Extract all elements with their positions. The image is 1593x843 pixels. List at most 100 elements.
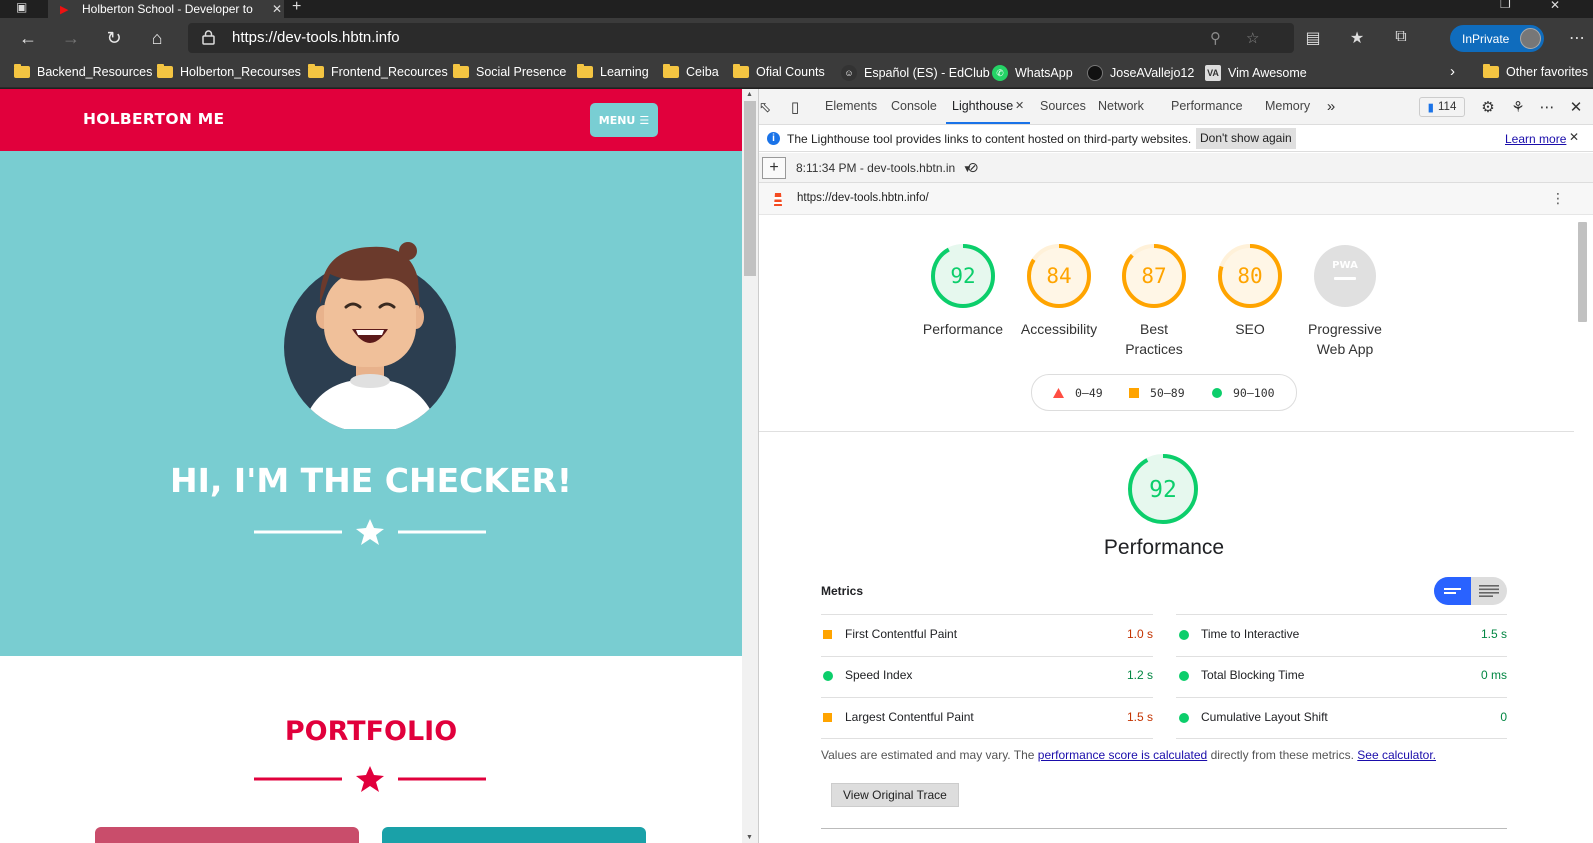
metrics-view-toggle[interactable]: [1434, 577, 1507, 605]
device-toolbar-icon[interactable]: ▯: [786, 98, 804, 116]
scroll-up-icon[interactable]: ▲: [746, 91, 753, 98]
bookmark-ceiba[interactable]: Ceiba: [663, 64, 719, 79]
profile-avatar: [1520, 28, 1541, 49]
score-legend: 0–49 50–89 90–100: [1031, 374, 1297, 411]
bookmark-edclub[interactable]: ☺ Español (ES) - EdClub: [841, 65, 990, 81]
average-square-icon: [1129, 388, 1139, 398]
page-scrollbar[interactable]: ▲ ▼: [742, 89, 758, 843]
expanded-list-icon[interactable]: [1479, 585, 1499, 597]
close-window-icon[interactable]: ✕: [1550, 0, 1560, 12]
gauge-pwa[interactable]: PWA Progressive Web App: [1295, 242, 1395, 359]
forward-icon[interactable]: →: [61, 28, 81, 48]
bookmark-label: Learning: [600, 65, 649, 79]
learn-more-link[interactable]: Learn more: [1505, 132, 1566, 146]
info-text: The Lighthouse tool provides links to co…: [787, 132, 1192, 146]
tab-elements[interactable]: Elements: [825, 99, 877, 113]
refresh-icon[interactable]: ↻: [104, 28, 124, 48]
bookmark-holberton-recourses[interactable]: Holberton_Recourses: [157, 64, 301, 79]
portfolio-card[interactable]: [382, 827, 646, 843]
score-gauge: 87: [1122, 244, 1186, 308]
new-tab-icon[interactable]: +: [292, 0, 301, 16]
bookmark-label: Ofial Counts: [756, 65, 825, 79]
portfolio-card[interactable]: [95, 827, 359, 843]
home-icon[interactable]: ⌂: [147, 28, 167, 48]
star-divider: [254, 519, 486, 545]
compact-view-button[interactable]: [1434, 577, 1471, 605]
customize-icon[interactable]: ⚘: [1509, 98, 1527, 116]
restore-window-icon[interactable]: ❐: [1500, 0, 1511, 11]
favorites-icon[interactable]: ★: [1347, 28, 1367, 48]
tab-memory[interactable]: Memory: [1265, 99, 1310, 113]
lighthouse-icon: [773, 193, 783, 206]
score-value: 80: [1237, 264, 1262, 288]
dont-show-again-button[interactable]: Don't show again: [1196, 128, 1296, 149]
report-scrollbar[interactable]: [1574, 216, 1593, 843]
tab-lighthouse[interactable]: Lighthouse: [952, 99, 1013, 113]
reading-view-icon[interactable]: ▤: [1303, 28, 1323, 48]
browser-tab[interactable]: ▶ Holberton School - Developer to ✕: [48, 0, 284, 18]
hero-title: HI, I'M THE CHECKER!: [170, 461, 572, 500]
more-menu-icon[interactable]: ⋯: [1567, 28, 1587, 48]
tab-network[interactable]: Network: [1098, 99, 1144, 113]
tab-strip: ▣ ▶ Holberton School - Developer to ✕ + …: [0, 0, 1593, 18]
url-field[interactable]: https://dev-tools.hbtn.info ⚲ ☆: [188, 23, 1294, 53]
tab-console[interactable]: Console: [891, 99, 937, 113]
pass-circle-icon: [1212, 388, 1222, 398]
pwa-badge-text: PWA: [1332, 260, 1358, 271]
zoom-icon[interactable]: ⚲: [1210, 29, 1221, 47]
tab-title: Holberton School - Developer to: [82, 2, 253, 16]
bookmark-social-presence[interactable]: Social Presence: [453, 64, 566, 79]
report-url[interactable]: https://dev-tools.hbtn.info/: [797, 192, 929, 204]
site-header: HOLBERTON ME MENU ☰: [0, 89, 742, 151]
clear-reports-icon[interactable]: ⊘: [967, 159, 979, 176]
site-logo[interactable]: HOLBERTON ME: [83, 110, 224, 128]
add-favorite-icon[interactable]: ☆: [1246, 29, 1259, 47]
gauge-performance[interactable]: 92 Performance: [913, 242, 1013, 339]
bookmark-learning[interactable]: Learning: [577, 64, 649, 79]
inprivate-button[interactable]: InPrivate: [1450, 25, 1544, 52]
favorites-bar: Backend_Resources Holberton_Recourses Fr…: [0, 58, 1593, 88]
scroll-down-icon[interactable]: ▼: [746, 834, 753, 841]
report-selector[interactable]: 8:11:34 PM - dev-tools.hbtn.in ▼: [796, 161, 972, 175]
tab-sources[interactable]: Sources: [1040, 99, 1086, 113]
chevron-right-icon[interactable]: ›: [1450, 63, 1455, 80]
back-icon[interactable]: ←: [18, 28, 38, 48]
bookmark-other-favorites[interactable]: Other favorites: [1483, 64, 1588, 79]
more-options-icon[interactable]: ⋯: [1538, 98, 1556, 116]
bookmark-label: Frontend_Recources: [331, 65, 448, 79]
view-original-trace-button[interactable]: View Original Trace: [831, 783, 959, 807]
inprivate-label: InPrivate: [1462, 31, 1510, 46]
bookmark-vim-awesome[interactable]: VA Vim Awesome: [1205, 65, 1307, 81]
report-menu-icon[interactable]: ⋮: [1551, 190, 1565, 207]
workspaces-icon[interactable]: ▣: [16, 0, 27, 14]
settings-gear-icon[interactable]: ⚙: [1479, 98, 1497, 116]
issues-badge[interactable]: ▮ 114: [1419, 97, 1465, 117]
gauge-best-practices[interactable]: 87 Best Practices: [1104, 242, 1204, 359]
bookmark-ofial-counts[interactable]: Ofial Counts: [733, 64, 825, 79]
gauge-seo[interactable]: 80 SEO: [1200, 242, 1300, 339]
close-devtools-icon[interactable]: ✕: [1567, 98, 1585, 116]
scrollbar-thumb[interactable]: [1578, 222, 1587, 322]
bookmark-backend-resources[interactable]: Backend_Resources: [14, 64, 152, 79]
folder-icon: [14, 64, 30, 78]
close-lighthouse-tab-icon[interactable]: ✕: [1015, 99, 1024, 112]
average-square-icon: [823, 630, 832, 639]
score-calculated-link[interactable]: performance score is calculated: [1038, 748, 1207, 762]
menu-button[interactable]: MENU ☰: [590, 103, 658, 137]
tab-performance[interactable]: Performance: [1171, 99, 1243, 113]
address-bar-row: ← → ↻ ⌂ https://dev-tools.hbtn.info ⚲ ☆ …: [0, 18, 1593, 58]
bookmark-frontend-recources[interactable]: Frontend_Recources: [308, 64, 448, 79]
see-calculator-link[interactable]: See calculator.: [1357, 748, 1436, 762]
bookmark-label: Holberton_Recourses: [180, 65, 301, 79]
collections-icon[interactable]: ⧉: [1391, 28, 1411, 46]
gauge-accessibility[interactable]: 84 Accessibility: [1009, 242, 1109, 339]
bookmark-github[interactable]: JoseAVallejo12: [1087, 65, 1194, 81]
inspect-element-icon[interactable]: ⬁: [756, 98, 774, 116]
scrollbar-thumb[interactable]: [744, 101, 756, 276]
bookmark-whatsapp[interactable]: ✆ WhatsApp: [992, 65, 1073, 81]
close-tab-icon[interactable]: ✕: [270, 2, 284, 16]
new-report-button[interactable]: +: [762, 157, 786, 179]
fail-triangle-icon: [1053, 388, 1064, 398]
close-infobar-icon[interactable]: ✕: [1569, 130, 1579, 144]
more-tabs-icon[interactable]: »: [1322, 98, 1340, 115]
